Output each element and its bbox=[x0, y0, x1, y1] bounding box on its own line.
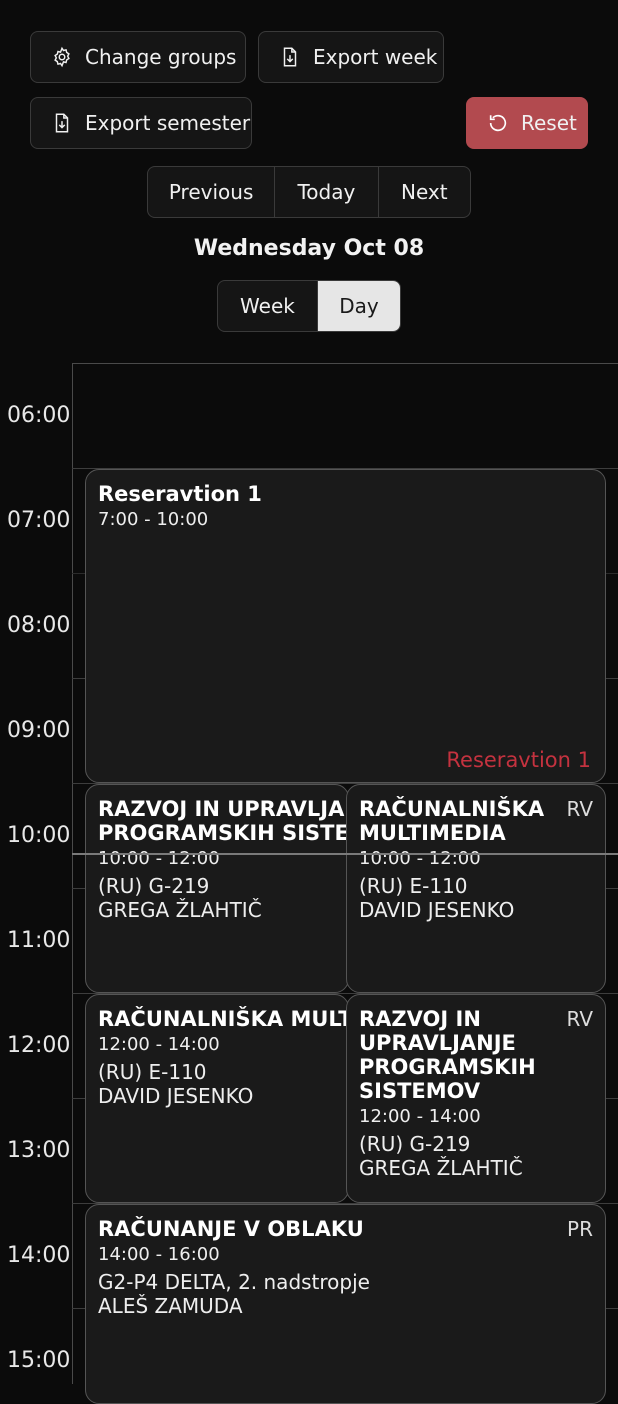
event-type-tag: RV bbox=[566, 1007, 593, 1031]
previous-button[interactable]: Previous bbox=[148, 167, 276, 217]
day-calendar: 06:00 07:00 08:00 09:00 10:00 11:00 12:0… bbox=[0, 363, 618, 1404]
event-title: RAZVOJ IN UPRAVLJA PROGRAMSKIH SISTE bbox=[98, 797, 349, 845]
current-time-indicator bbox=[72, 853, 618, 855]
event-time: 10:00 - 12:00 bbox=[359, 848, 481, 869]
time-label: 15:00 bbox=[7, 1348, 71, 1373]
event-time: 14:00 - 16:00 bbox=[98, 1244, 220, 1265]
event-professor: ALEŠ ZAMUDA bbox=[98, 1294, 243, 1318]
event-time: 7:00 - 10:00 bbox=[98, 509, 209, 530]
reset-icon bbox=[487, 112, 509, 134]
reset-label: Reset bbox=[521, 111, 577, 135]
event-time: 12:00 - 14:00 bbox=[359, 1106, 481, 1127]
file-download-icon bbox=[279, 46, 301, 68]
export-semester-label: Export semester bbox=[85, 111, 251, 135]
gear-icon bbox=[51, 46, 73, 68]
today-button[interactable]: Today bbox=[275, 167, 379, 217]
next-button[interactable]: Next bbox=[379, 167, 470, 217]
event-location: G2-P4 DELTA, 2. nadstropje bbox=[98, 1270, 370, 1294]
time-label: 12:00 bbox=[7, 1033, 71, 1058]
event-professor: GREGA ŽLAHTIČ bbox=[359, 1156, 523, 1180]
event-professor: GREGA ŽLAHTIČ bbox=[98, 898, 262, 922]
course-event[interactable]: RAČUNALNIŠKA MULT 12:00 - 14:00 (RU) E-1… bbox=[85, 994, 349, 1203]
course-event[interactable]: PR RAČUNANJE V OBLAKU 14:00 - 16:00 G2-P… bbox=[85, 1204, 606, 1404]
time-label: 14:00 bbox=[7, 1243, 71, 1268]
time-label: 09:00 bbox=[7, 718, 71, 743]
time-label: 08:00 bbox=[7, 613, 71, 638]
event-location: (RU) G-219 bbox=[98, 874, 210, 898]
time-label: 13:00 bbox=[7, 1138, 71, 1163]
event-type-tag: RV bbox=[566, 797, 593, 821]
reservation-corner-label: Reseravtion 1 bbox=[446, 748, 591, 772]
date-title: Wednesday Oct 08 bbox=[193, 236, 425, 261]
event-location: (RU) E-110 bbox=[98, 1060, 207, 1084]
event-time: 12:00 - 14:00 bbox=[98, 1034, 220, 1055]
date-navigation: Previous Today Next bbox=[147, 166, 471, 218]
view-toggle: Week Day bbox=[217, 280, 401, 332]
day-view-button[interactable]: Day bbox=[317, 281, 400, 331]
event-location: (RU) E-110 bbox=[359, 874, 468, 898]
event-title: RAČUNANJE V OBLAKU bbox=[98, 1217, 364, 1241]
time-label: 07:00 bbox=[7, 508, 71, 533]
course-event[interactable]: RAZVOJ IN UPRAVLJA PROGRAMSKIH SISTE 10:… bbox=[85, 784, 349, 993]
event-title: RAZVOJ IN UPRAVLJANJE PROGRAMSKIH SISTEM… bbox=[359, 1007, 536, 1103]
time-label: 10:00 bbox=[7, 823, 71, 848]
event-time: 10:00 - 12:00 bbox=[98, 848, 220, 869]
change-groups-label: Change groups bbox=[85, 45, 237, 69]
reset-button[interactable]: Reset bbox=[466, 97, 588, 149]
event-location: (RU) G-219 bbox=[359, 1132, 471, 1156]
course-event[interactable]: RV RAZVOJ IN UPRAVLJANJE PROGRAMSKIH SIS… bbox=[346, 994, 606, 1203]
event-title: RAČUNALNIŠKA MULTIMEDIA bbox=[359, 797, 545, 845]
change-groups-button[interactable]: Change groups bbox=[30, 31, 246, 83]
export-semester-button[interactable]: Export semester bbox=[30, 97, 252, 149]
event-professor: DAVID JESENKO bbox=[98, 1084, 254, 1108]
export-week-button[interactable]: Export week bbox=[258, 31, 444, 83]
event-type-tag: PR bbox=[567, 1217, 593, 1241]
file-download-icon bbox=[51, 112, 73, 134]
event-title: RAČUNALNIŠKA MULT bbox=[98, 1007, 349, 1031]
time-label: 11:00 bbox=[7, 928, 71, 953]
course-event[interactable]: RV RAČUNALNIŠKA MULTIMEDIA 10:00 - 12:00… bbox=[346, 784, 606, 993]
event-professor: DAVID JESENKO bbox=[359, 898, 515, 922]
event-title: Reseravtion 1 bbox=[98, 482, 262, 506]
export-week-label: Export week bbox=[313, 45, 438, 69]
time-label: 06:00 bbox=[7, 403, 71, 428]
reservation-event[interactable]: Reseravtion 1 7:00 - 10:00 Reseravtion 1 bbox=[85, 469, 606, 783]
week-view-button[interactable]: Week bbox=[218, 281, 318, 331]
